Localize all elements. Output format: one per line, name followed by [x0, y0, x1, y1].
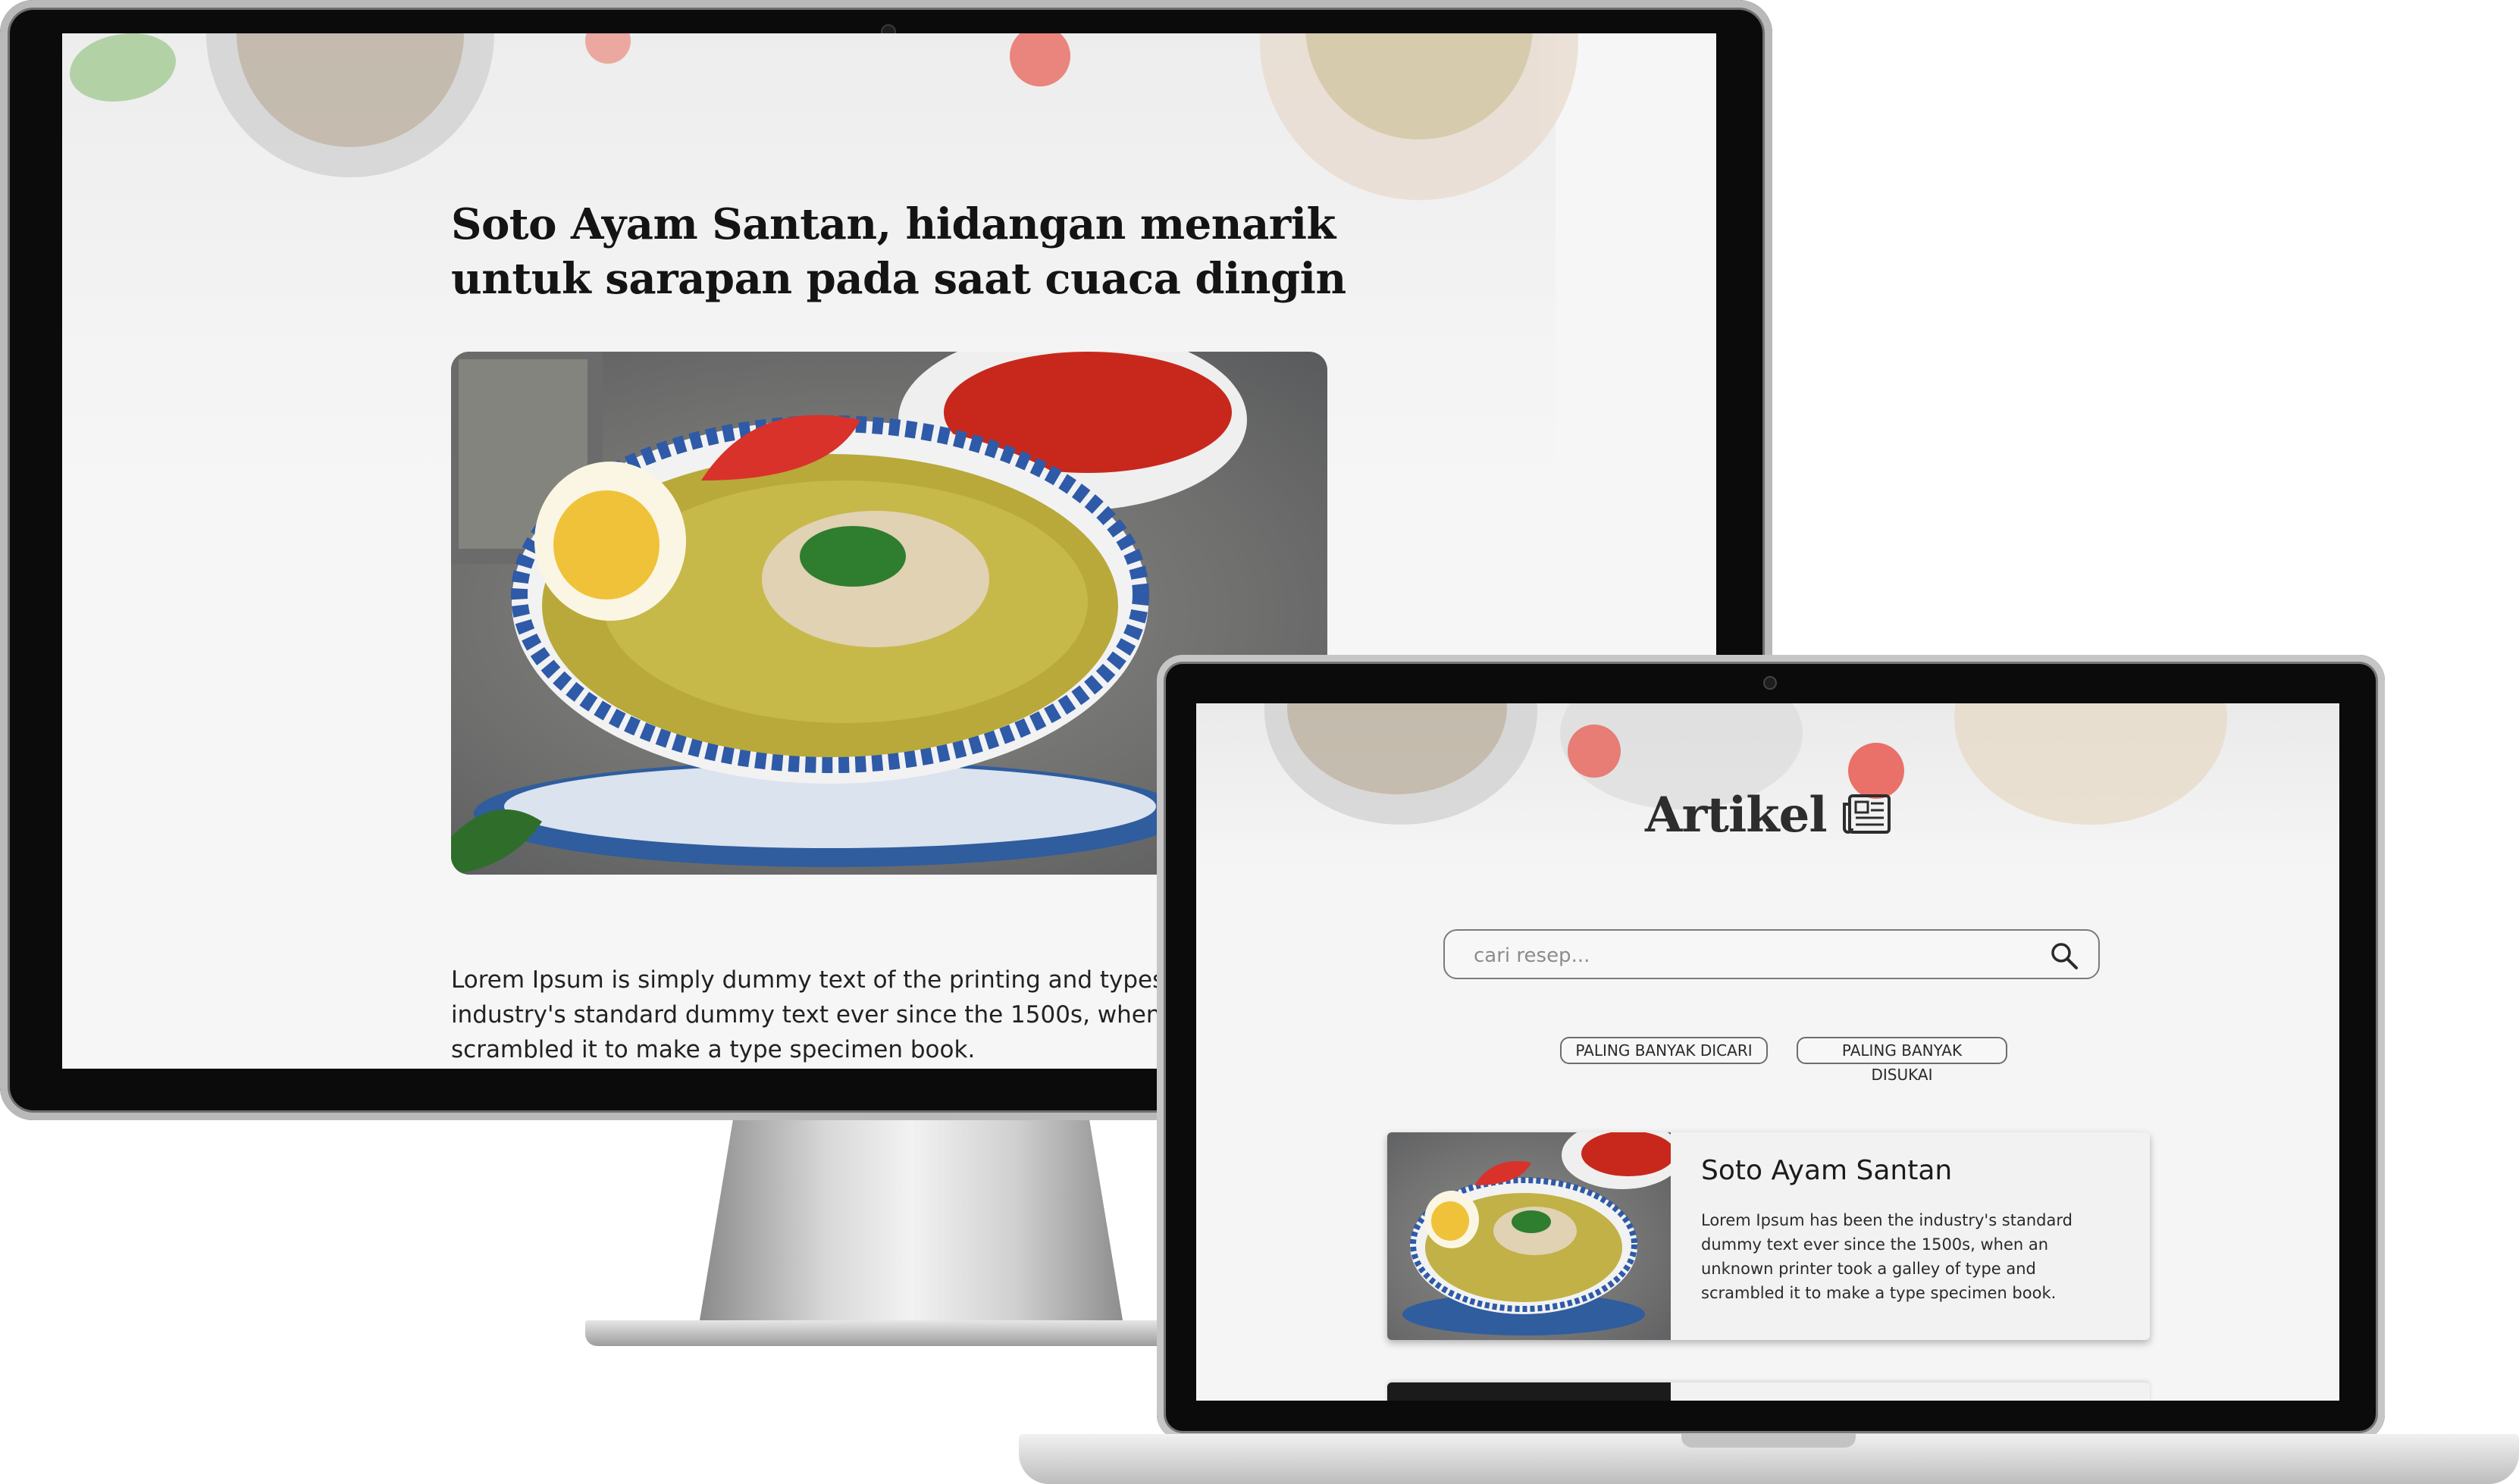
newspaper-icon	[1842, 794, 1891, 834]
card-image	[1387, 1382, 1671, 1401]
search-bar[interactable]	[1443, 929, 2100, 979]
article-title: Soto Ayam Santan, hidangan menarik untuk…	[451, 199, 1346, 304]
herb-decoration	[70, 33, 176, 102]
laptop-screen: Artikel PALING BANYAK DICARI PALING BANY…	[1196, 703, 2339, 1401]
laptop-notch	[1681, 1434, 1856, 1448]
article-card[interactable]: Soto Ayam Santan Lorem Ipsum has been th…	[1387, 1132, 2150, 1340]
filter-most-searched-button[interactable]: PALING BANYAK DICARI	[1560, 1037, 1768, 1064]
card-description: Lorem Ipsum has been the industry's stan…	[1701, 1211, 2073, 1302]
food-bowl-decoration	[1954, 703, 2227, 825]
monitor-base	[585, 1320, 1252, 1346]
search-input[interactable]	[1472, 940, 2006, 972]
laptop-camera	[1763, 676, 1777, 690]
article-card[interactable]	[1387, 1382, 2150, 1401]
monitor-stand	[699, 1120, 1123, 1325]
card-image	[1387, 1132, 1683, 1340]
soto-ayam-thumbnail	[1402, 1132, 1683, 1335]
search-icon[interactable]	[2050, 941, 2079, 970]
tomato-decoration	[585, 33, 631, 64]
rice-bowl-decoration	[206, 33, 494, 177]
card-title: Soto Ayam Santan	[1701, 1155, 1953, 1186]
page-title: Artikel	[1645, 786, 1892, 844]
tomato-decoration	[1568, 725, 1621, 778]
food-bowl-decoration	[1260, 33, 1578, 200]
rice-bowl-decoration	[1264, 703, 1537, 825]
page-title-text: Artikel	[1645, 786, 1828, 844]
filter-most-liked-button[interactable]: PALING BANYAK DISUKAI	[1797, 1037, 2007, 1084]
tomato-decoration	[1010, 33, 1070, 86]
